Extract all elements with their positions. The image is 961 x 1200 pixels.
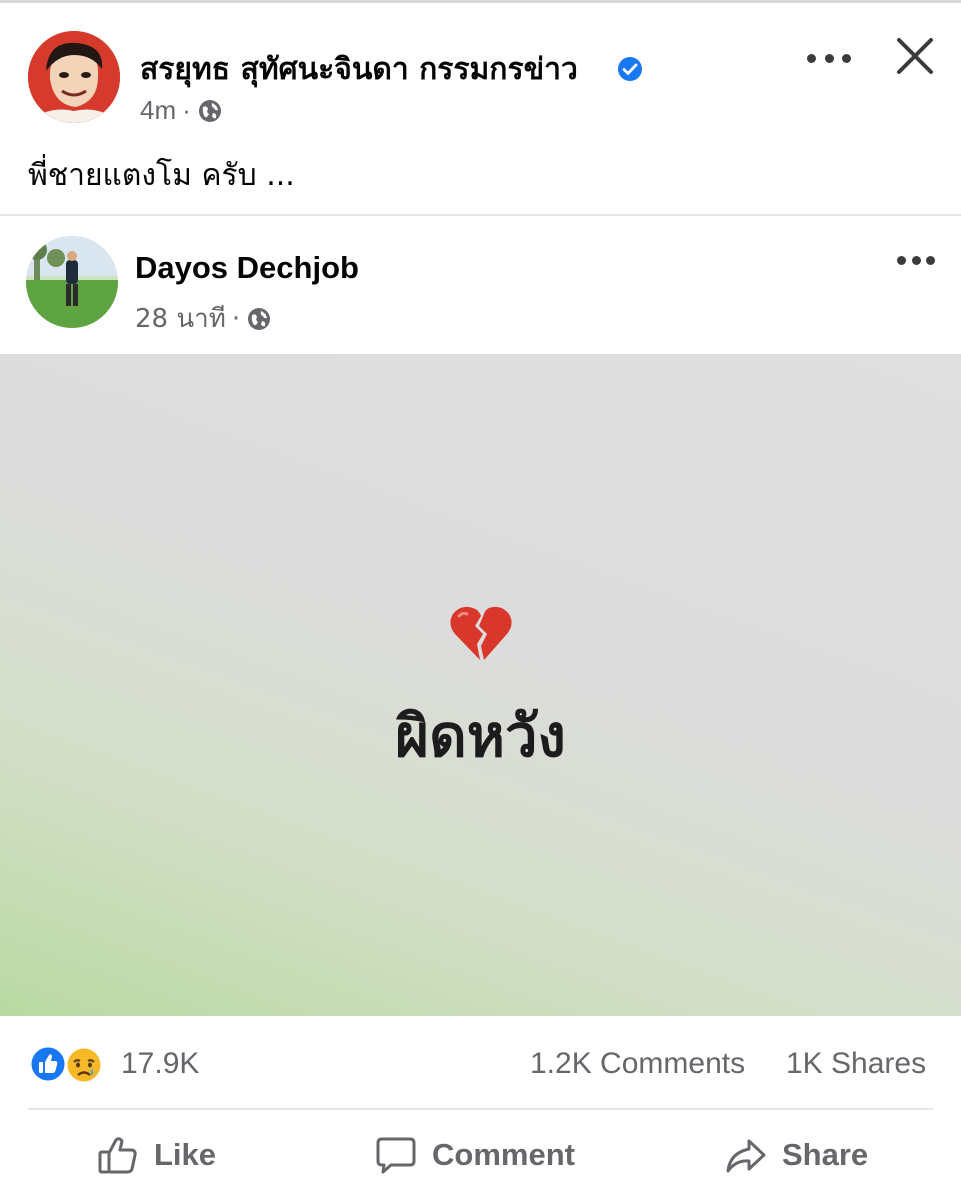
- comment-label: Comment: [432, 1137, 575, 1172]
- close-icon[interactable]: [895, 36, 935, 76]
- reactions-bar: 17.9K 1.2K Comments 1K Shares: [0, 1016, 961, 1109]
- shares-count[interactable]: 1K Shares: [786, 1047, 926, 1081]
- more-options-icon[interactable]: [807, 43, 851, 73]
- like-label: Like: [154, 1137, 217, 1172]
- comment-icon: [376, 1137, 416, 1174]
- meta-separator: ·: [231, 303, 241, 334]
- globe-icon: [246, 306, 272, 332]
- shared-author-avatar[interactable]: [26, 236, 118, 328]
- share-button[interactable]: Share: [724, 1110, 868, 1200]
- shared-author-name[interactable]: Dayos Dechjob: [135, 250, 359, 286]
- comment-button[interactable]: Comment: [374, 1110, 575, 1200]
- shared-post-meta: 28 นาที ·: [135, 298, 272, 339]
- post-background-text: ผิดหวัง: [395, 702, 566, 770]
- author-name[interactable]: สรยุทธ สุทัศนะจินดา กรรมกรข่าว: [140, 46, 578, 93]
- post-meta: 4m ·: [140, 95, 223, 126]
- broken-heart-icon: [449, 604, 513, 664]
- background-text-post: ผิดหวัง: [0, 354, 961, 1016]
- meta-separator: ·: [182, 95, 191, 125]
- more-options-icon[interactable]: [897, 253, 935, 267]
- action-bar: Like Comment Share: [0, 1110, 961, 1200]
- post-header: สรยุทธ สุทัศนะจินดา กรรมกรข่าว 4m ·: [0, 3, 961, 128]
- globe-icon: [197, 98, 223, 124]
- share-label: Share: [782, 1137, 869, 1172]
- reaction-count[interactable]: 17.9K: [121, 1047, 199, 1081]
- shared-post-time[interactable]: 28 นาที: [135, 298, 226, 339]
- author-avatar[interactable]: [28, 31, 120, 123]
- shared-post-header: Dayos Dechjob 28 นาที ·: [0, 216, 961, 354]
- reaction-icons[interactable]: [28, 1044, 106, 1085]
- comments-count[interactable]: 1.2K Comments: [530, 1047, 745, 1081]
- share-arrow-icon: [726, 1139, 766, 1173]
- thumbs-up-icon: [98, 1137, 137, 1174]
- post-time[interactable]: 4m: [140, 95, 176, 126]
- verified-badge-icon: [617, 56, 643, 82]
- post-caption: พี่ชายแตงโม ครับ ...: [28, 158, 295, 193]
- like-button[interactable]: Like: [96, 1110, 216, 1200]
